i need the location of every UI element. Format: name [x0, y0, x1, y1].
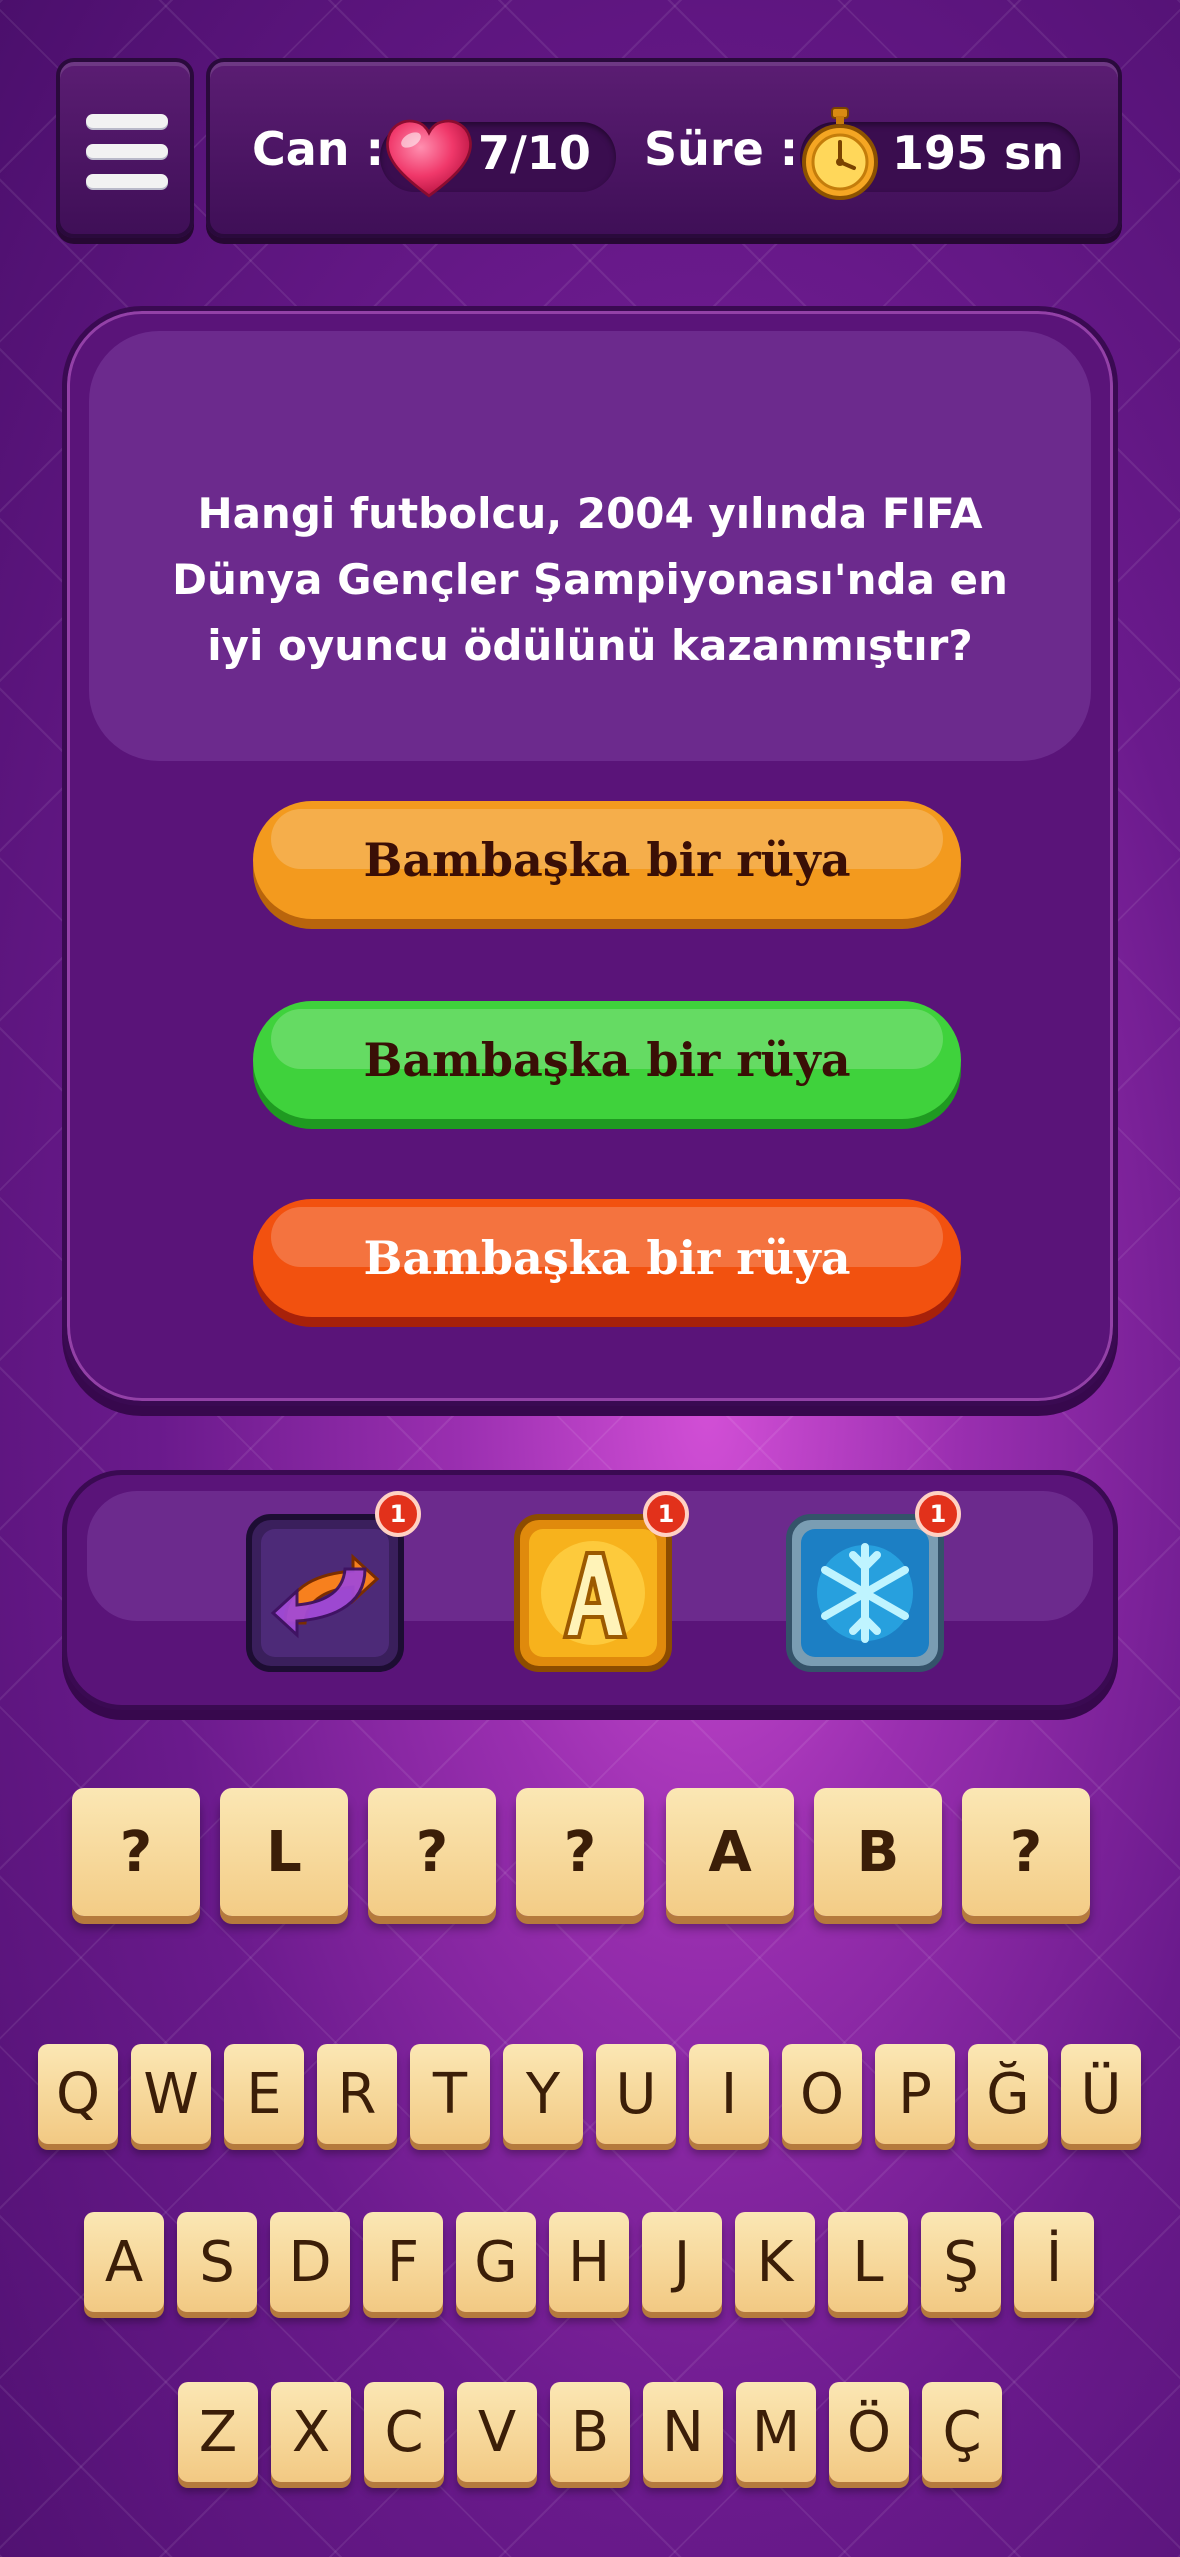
key[interactable]: X	[271, 2382, 351, 2482]
powerup-count-badge: 1	[643, 1491, 689, 1537]
lives-label: Can :	[252, 122, 384, 176]
answer-option-2[interactable]: Bambaşka bir rüya	[253, 1001, 961, 1119]
key[interactable]: P	[875, 2044, 955, 2144]
key[interactable]: R	[317, 2044, 397, 2144]
key[interactable]: L	[828, 2212, 908, 2312]
key[interactable]: S	[177, 2212, 257, 2312]
reveal-letter-powerup-button[interactable]: 1	[513, 1491, 689, 1673]
answer-label: Bambaşka bir rüya	[363, 833, 851, 887]
answer-tile[interactable]: ?	[72, 1788, 200, 1916]
key[interactable]: T	[410, 2044, 490, 2144]
question-panel: Hangi futbolcu, 2004 yılında FIFA Dünya …	[62, 306, 1118, 1406]
swap-powerup-button[interactable]: 1	[245, 1491, 421, 1673]
key[interactable]: H	[549, 2212, 629, 2312]
powerups-panel: 1 1 1	[62, 1470, 1118, 1710]
answer-label: Bambaşka bir rüya	[363, 1033, 851, 1087]
freeze-powerup-button[interactable]: 1	[785, 1491, 961, 1673]
question-text: Hangi futbolcu, 2004 yılında FIFA Dünya …	[172, 489, 1008, 670]
key[interactable]: O	[782, 2044, 862, 2144]
key[interactable]: Q	[38, 2044, 118, 2144]
answer-label: Bambaşka bir rüya	[363, 1231, 851, 1285]
key[interactable]: K	[735, 2212, 815, 2312]
key[interactable]: W	[131, 2044, 211, 2144]
key[interactable]: İ	[1014, 2212, 1094, 2312]
key[interactable]: V	[457, 2382, 537, 2482]
answer-tile[interactable]: B	[814, 1788, 942, 1916]
key[interactable]: Ş	[921, 2212, 1001, 2312]
hamburger-icon	[86, 114, 168, 204]
key[interactable]: F	[363, 2212, 443, 2312]
time-value: 195 sn	[892, 126, 1065, 180]
answer-tile[interactable]: ?	[962, 1788, 1090, 1916]
key[interactable]: G	[456, 2212, 536, 2312]
status-panel: Can : 7/10 Süre : 195 sn	[206, 58, 1122, 238]
heart-icon	[386, 119, 472, 198]
snowflake-icon	[786, 1514, 944, 1672]
key[interactable]: Ü	[1061, 2044, 1141, 2144]
key[interactable]: J	[642, 2212, 722, 2312]
swap-icon	[246, 1514, 404, 1672]
key[interactable]: A	[84, 2212, 164, 2312]
key[interactable]: C	[364, 2382, 444, 2482]
key[interactable]: I	[689, 2044, 769, 2144]
time-label: Süre :	[644, 122, 799, 176]
key[interactable]: M	[736, 2382, 816, 2482]
key[interactable]: D	[270, 2212, 350, 2312]
key[interactable]: Z	[178, 2382, 258, 2482]
stopwatch-icon	[802, 107, 878, 200]
key[interactable]: U	[596, 2044, 676, 2144]
key[interactable]: E	[224, 2044, 304, 2144]
key[interactable]: Ç	[922, 2382, 1002, 2482]
key[interactable]: B	[550, 2382, 630, 2482]
key[interactable]: Y	[503, 2044, 583, 2144]
key[interactable]: Ö	[829, 2382, 909, 2482]
answer-tile[interactable]: L	[220, 1788, 348, 1916]
answer-option-1[interactable]: Bambaşka bir rüya	[253, 801, 961, 919]
powerup-count-badge: 1	[915, 1491, 961, 1537]
powerup-count-badge: 1	[375, 1491, 421, 1537]
menu-button[interactable]	[56, 58, 194, 238]
answer-tile[interactable]: ?	[368, 1788, 496, 1916]
key[interactable]: N	[643, 2382, 723, 2482]
answer-tile[interactable]: A	[666, 1788, 794, 1916]
lives-value: 7/10	[478, 126, 591, 180]
letter-a-icon	[514, 1514, 672, 1672]
question-box: Hangi futbolcu, 2004 yılında FIFA Dünya …	[89, 331, 1091, 761]
answer-tile[interactable]: ?	[516, 1788, 644, 1916]
answer-option-3[interactable]: Bambaşka bir rüya	[253, 1199, 961, 1317]
key[interactable]: Ğ	[968, 2044, 1048, 2144]
